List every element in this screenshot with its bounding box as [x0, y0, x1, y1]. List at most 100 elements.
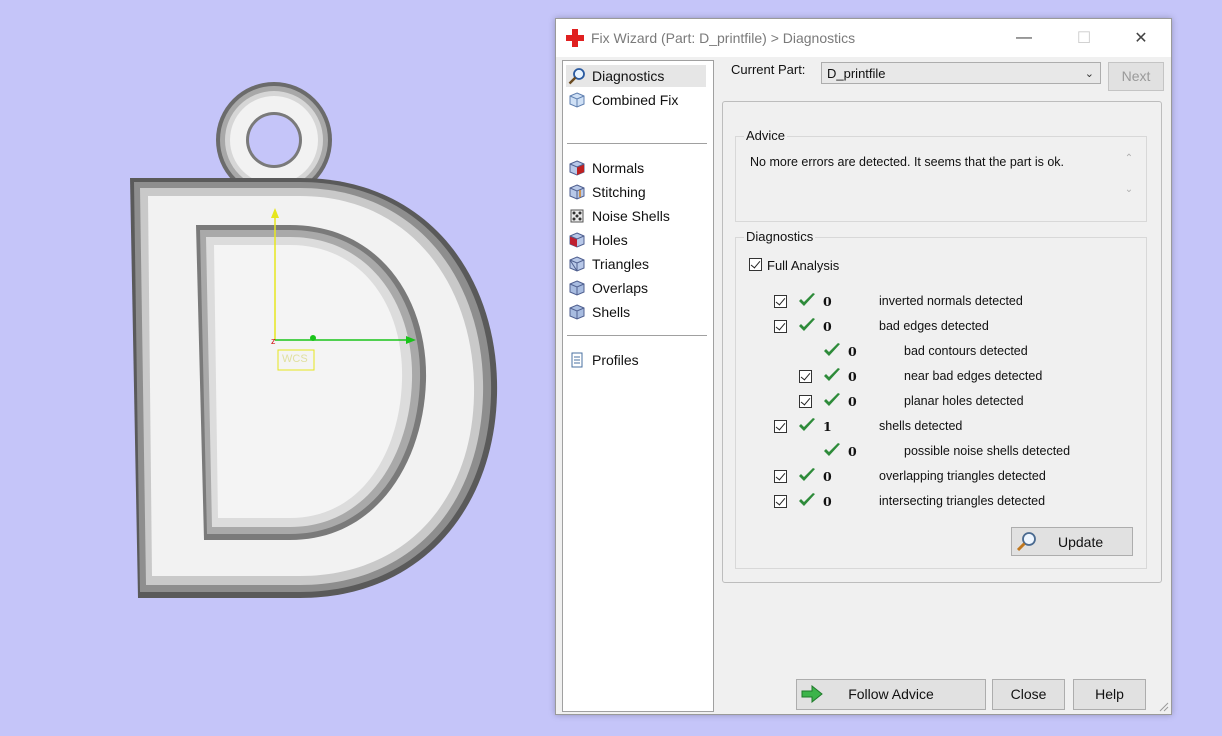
nav-divider: [567, 143, 707, 144]
row-count: 0: [823, 494, 832, 509]
row-label: near bad edges detected: [904, 369, 1043, 383]
nav-item-triangles[interactable]: Triangles: [566, 253, 706, 275]
green-check-icon: [799, 418, 815, 431]
nav-item-normals[interactable]: Normals: [566, 157, 706, 179]
row-checkbox[interactable]: [774, 295, 787, 308]
next-button[interactable]: Next: [1108, 62, 1164, 91]
row-count: 0: [823, 469, 832, 484]
noise-shells-icon: [570, 209, 584, 223]
title-bar[interactable]: Fix Wizard (Part: D_printfile) > Diagnos…: [556, 19, 1171, 57]
nav-item-holes[interactable]: Holes: [566, 229, 706, 251]
row-count: 0: [848, 369, 857, 384]
diagnostics-title: Diagnostics: [744, 229, 816, 244]
row-label: planar holes detected: [904, 394, 1024, 408]
nav-item-shells[interactable]: Shells: [566, 301, 706, 323]
advice-group: Advice No more errors are detected. It s…: [735, 128, 1147, 222]
green-check-icon: [824, 343, 840, 356]
green-check-icon: [824, 368, 840, 381]
row-label: bad contours detected: [904, 344, 1028, 358]
green-check-icon: [799, 318, 815, 331]
full-analysis-checkbox[interactable]: [749, 258, 762, 271]
nav-item-label: Noise Shells: [592, 208, 670, 224]
nav-item-label: Normals: [592, 160, 645, 176]
green-check-icon: [799, 493, 815, 506]
3d-viewport[interactable]: z WCS: [0, 0, 555, 736]
nav-item-label: Overlaps: [592, 280, 649, 296]
nav-item-label: Stitching: [592, 184, 646, 200]
green-check-icon: [824, 443, 840, 456]
profiles-document-icon: [571, 352, 583, 368]
nav-item-diagnostics[interactable]: Diagnostics: [566, 65, 706, 87]
current-part-select[interactable]: D_printfile ⌄: [821, 62, 1101, 84]
nav-item-label: Holes: [592, 232, 628, 248]
overlaps-cube-icon: [569, 280, 585, 296]
row-count: 1: [823, 419, 832, 434]
holes-cube-icon: [569, 232, 585, 248]
nav-item-label: Diagnostics: [592, 68, 665, 84]
diagnostics-panel: Advice No more errors are detected. It s…: [722, 101, 1162, 583]
maximize-icon: ☐: [1076, 30, 1092, 47]
nav-item-label: Triangles: [592, 256, 650, 272]
nav-item-profiles[interactable]: Profiles: [566, 349, 706, 371]
nav-item-label: Combined Fix: [592, 92, 679, 108]
advice-title: Advice: [744, 128, 788, 143]
row-label: intersecting triangles detected: [879, 494, 1046, 508]
svg-text:z: z: [271, 336, 276, 346]
row-checkbox[interactable]: [799, 395, 812, 408]
advice-scrollbar[interactable]: ⌃ ⌄: [1122, 153, 1136, 213]
row-count: 0: [823, 294, 832, 309]
current-part-label: Current Part:: [731, 62, 806, 77]
nav-item-combined-fix[interactable]: Combined Fix: [566, 89, 706, 111]
letter-d-body: [130, 178, 498, 598]
full-analysis-label: Full Analysis: [767, 258, 840, 273]
row-count: 0: [848, 444, 857, 459]
triangles-cube-icon: [569, 256, 585, 272]
help-button[interactable]: Help: [1073, 679, 1146, 710]
row-count: 0: [823, 319, 832, 334]
stitching-cube-icon: [569, 184, 585, 200]
row-count: 0: [848, 394, 857, 409]
row-checkbox[interactable]: [774, 320, 787, 333]
nav-item-noise-shells[interactable]: Noise Shells: [566, 205, 706, 227]
fix-wizard-dialog: Fix Wizard (Part: D_printfile) > Diagnos…: [555, 18, 1172, 715]
nav-divider: [567, 335, 707, 336]
update-label: Update: [1058, 534, 1104, 550]
resize-grip-icon[interactable]: [1157, 700, 1169, 712]
shells-cube-icon: [569, 304, 585, 320]
close-window-button[interactable]: ✕: [1118, 19, 1164, 57]
wizard-nav: Diagnostics Combined Fix Normals Stitchi…: [562, 60, 714, 712]
row-label: inverted normals detected: [879, 294, 1023, 308]
row-checkbox[interactable]: [774, 495, 787, 508]
current-part-value: D_printfile: [827, 66, 886, 81]
row-label: possible noise shells detected: [904, 444, 1071, 458]
row-checkbox[interactable]: [774, 420, 787, 433]
maximize-button[interactable]: ☐: [1061, 19, 1107, 57]
normals-cube-icon: [569, 160, 585, 176]
green-check-icon: [824, 393, 840, 406]
scroll-up-icon: ⌃: [1124, 153, 1134, 164]
combined-fix-cube-icon: [569, 92, 585, 108]
diagnostics-magnifier-icon: [568, 68, 585, 85]
minimize-icon: —: [1016, 29, 1032, 46]
nav-item-label: Profiles: [592, 352, 639, 368]
wcs-label: WCS: [282, 353, 308, 365]
nav-item-label: Shells: [592, 304, 631, 320]
row-checkbox[interactable]: [799, 370, 812, 383]
nav-item-overlaps[interactable]: Overlaps: [566, 277, 706, 299]
window-title: Fix Wizard (Part: D_printfile) > Diagnos…: [591, 30, 856, 46]
follow-advice-button[interactable]: Follow Advice: [796, 679, 986, 710]
magnifier-icon: [1016, 532, 1036, 552]
red-cross-app-icon: [566, 29, 584, 47]
minimize-button[interactable]: —: [1001, 19, 1047, 57]
green-check-icon: [799, 468, 815, 481]
row-label: shells detected: [879, 419, 963, 433]
follow-advice-label: Follow Advice: [848, 686, 934, 702]
nav-item-stitching[interactable]: Stitching: [566, 181, 706, 203]
row-checkbox[interactable]: [774, 470, 787, 483]
close-button[interactable]: Close: [992, 679, 1065, 710]
scroll-down-icon: ⌄: [1124, 184, 1134, 195]
model-render: z: [130, 82, 498, 598]
update-button[interactable]: Update: [1011, 527, 1133, 556]
row-label: overlapping triangles detected: [879, 469, 1046, 483]
diagnostics-group: Diagnostics Full Analysis 0 inverted nor…: [735, 229, 1147, 569]
